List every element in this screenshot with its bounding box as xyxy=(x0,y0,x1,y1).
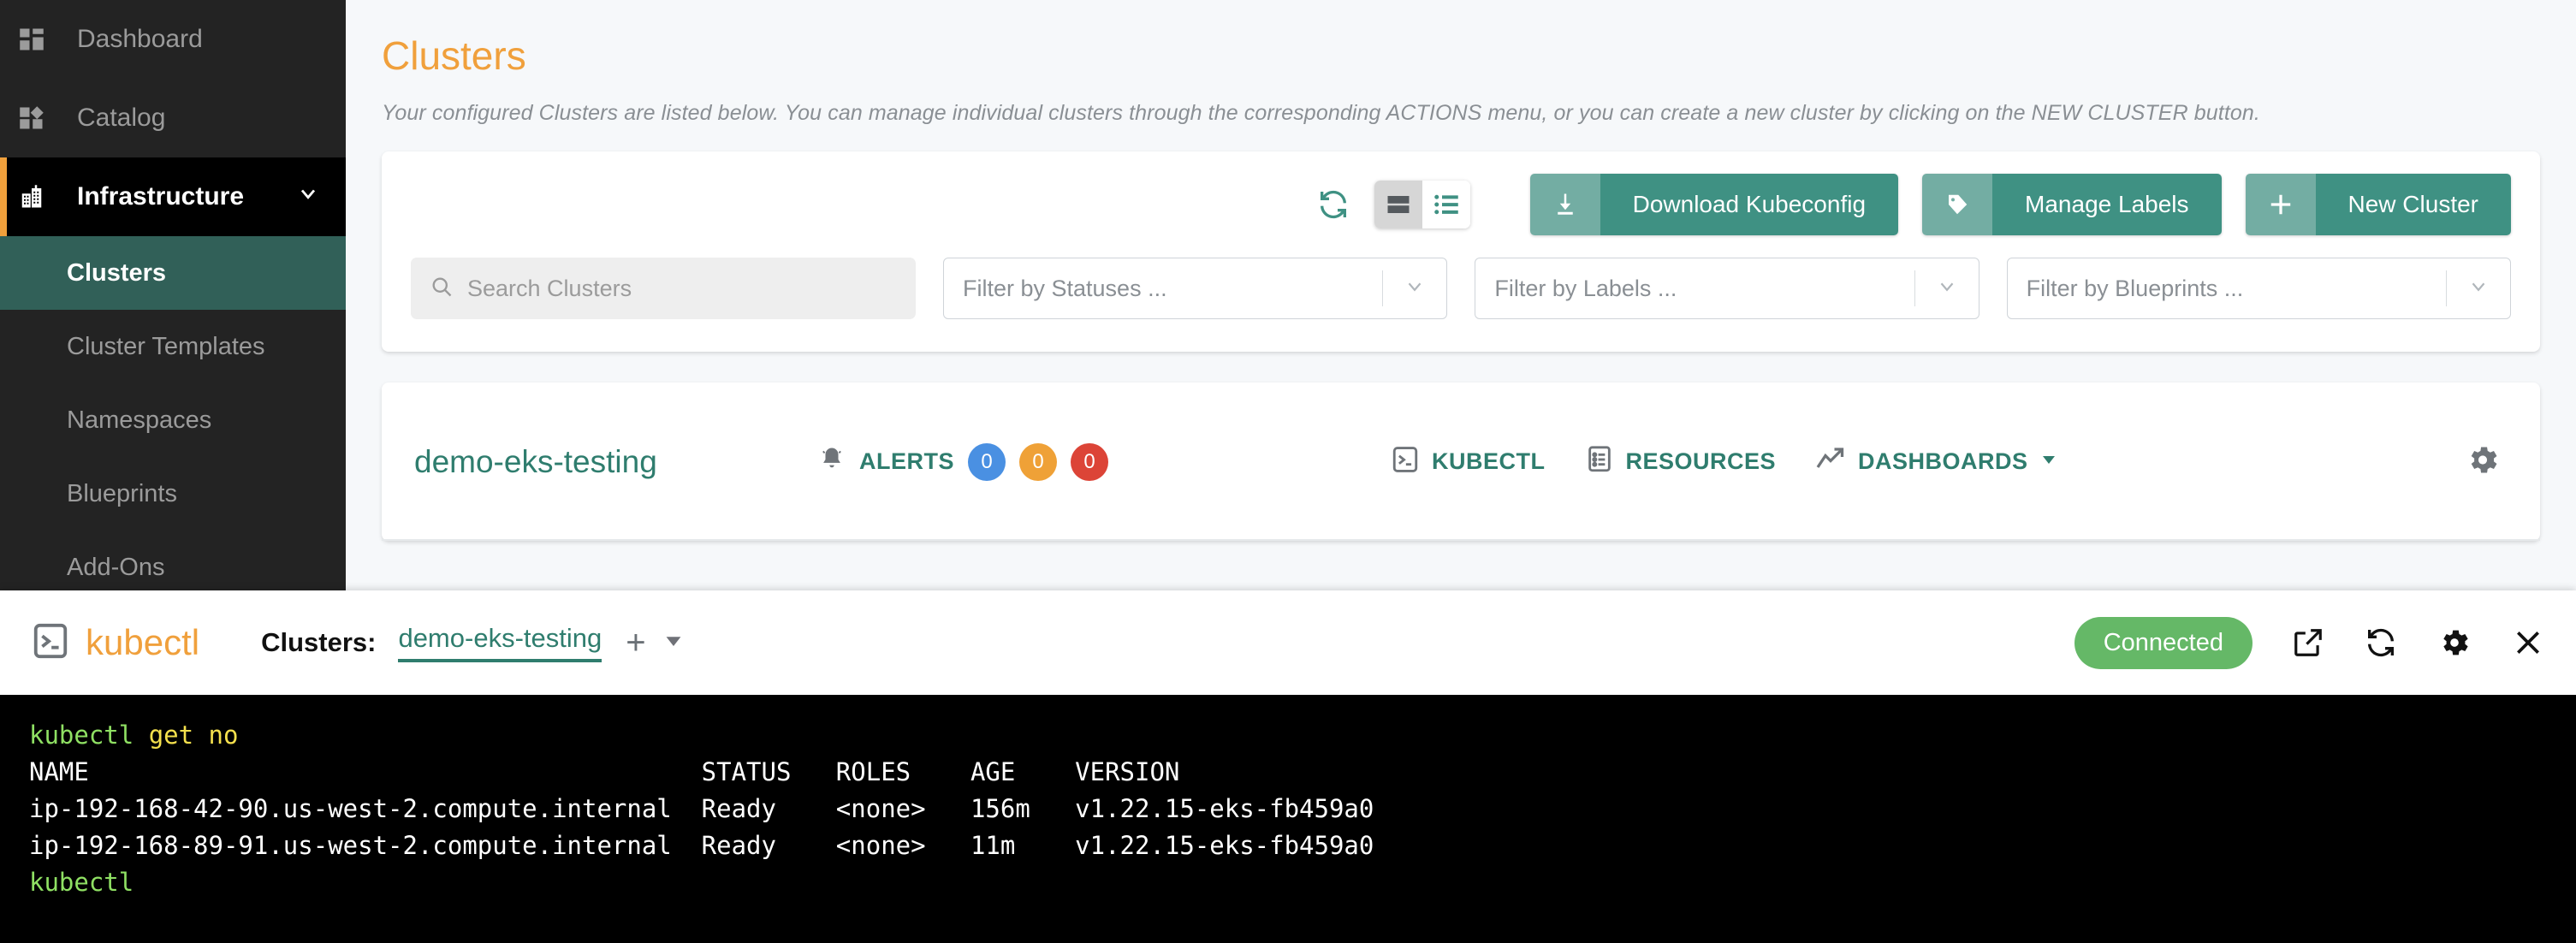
catalog-icon xyxy=(19,105,63,131)
chevron-down-icon[interactable] xyxy=(296,181,320,212)
filters-row: Search Clusters Filter by Statuses ... F… xyxy=(382,235,2540,352)
caret-down-icon[interactable] xyxy=(663,631,684,655)
terminal-trailing-prompt: kubectl xyxy=(29,868,134,897)
manage-labels-button[interactable]: Manage Labels xyxy=(1922,174,2222,235)
new-cluster-button[interactable]: New Cluster xyxy=(2245,174,2511,235)
terminal-prompt-command: kubectl xyxy=(29,721,134,750)
kubectl-action-label: KUBECTL xyxy=(1432,448,1546,474)
search-placeholder: Search Clusters xyxy=(467,275,632,301)
new-cluster-label: New Cluster xyxy=(2315,174,2511,235)
dashboards-action-label: DASHBOARDS xyxy=(1858,448,2028,474)
sidebar-item-blueprints[interactable]: Blueprints xyxy=(0,457,346,531)
cluster-actions: KUBECTL RESOURCES DASHBOARDS xyxy=(1391,444,2097,479)
resources-action[interactable]: RESOURCES xyxy=(1585,445,1777,478)
sidebar-item-cluster-templates[interactable]: Cluster Templates xyxy=(0,310,346,383)
dashboard-grid-icon xyxy=(19,27,63,52)
caret-down-icon[interactable] xyxy=(2040,451,2057,472)
kubectl-panel-header: kubectl Clusters: demo-eks-testing + Con… xyxy=(0,590,2576,695)
sidebar-item-dashboard[interactable]: Dashboard xyxy=(0,0,346,79)
sidebar-subitem-label: Cluster Templates xyxy=(67,332,265,360)
sidebar-item-label: Dashboard xyxy=(77,25,203,53)
download-kubeconfig-label: Download Kubeconfig xyxy=(1600,174,1899,235)
filter-blueprints-select[interactable]: Filter by Blueprints ... xyxy=(2006,258,2511,319)
refresh-icon[interactable] xyxy=(2364,626,2398,660)
sidebar-item-add-ons[interactable]: Add-Ons xyxy=(0,531,346,590)
open-external-icon[interactable] xyxy=(2292,626,2324,659)
manage-labels-label: Manage Labels xyxy=(1992,174,2222,235)
kubectl-panel: kubectl Clusters: demo-eks-testing + Con… xyxy=(0,590,2576,943)
filter-blueprints-placeholder: Filter by Blueprints ... xyxy=(2026,275,2244,301)
building-icon xyxy=(19,184,63,210)
kubectl-cluster-tab[interactable]: demo-eks-testing xyxy=(398,623,602,662)
alert-badge-warning[interactable]: 0 xyxy=(1019,442,1057,481)
main-content: Clusters Your configured Clusters are li… xyxy=(346,0,2576,590)
terminal-row: ip-192-168-42-90.us-west-2.compute.inter… xyxy=(29,794,1374,823)
sidebar-subitem-label: Clusters xyxy=(67,258,167,287)
sidebar-subitem-label: Namespaces xyxy=(67,406,212,434)
kubectl-brand: kubectl xyxy=(86,622,200,662)
trend-up-icon xyxy=(1815,444,1846,479)
dashboards-action[interactable]: DASHBOARDS xyxy=(1815,444,2057,479)
view-toggle[interactable] xyxy=(1374,181,1470,228)
alerts-group[interactable]: ALERTS 0 0 0 xyxy=(816,442,1108,481)
sidebar-item-clusters[interactable]: Clusters xyxy=(0,236,346,310)
sidebar-item-label: Catalog xyxy=(77,104,166,132)
cluster-name-link[interactable]: demo-eks-testing xyxy=(414,444,697,480)
list-view-icon[interactable] xyxy=(1422,181,1470,228)
page-description: Your configured Clusters are listed belo… xyxy=(382,101,2260,125)
chevron-down-icon[interactable] xyxy=(1404,276,1426,302)
alert-badge-info[interactable]: 0 xyxy=(968,442,1006,481)
search-input[interactable]: Search Clusters xyxy=(411,258,916,319)
clusters-label: Clusters: xyxy=(261,627,377,657)
chevron-down-icon[interactable] xyxy=(1936,276,1958,302)
filters-card: Download Kubeconfig Manage Labels New Cl… xyxy=(382,151,2540,352)
refresh-icon[interactable] xyxy=(1311,182,1356,227)
bell-icon xyxy=(816,444,847,479)
kubectl-action[interactable]: KUBECTL xyxy=(1391,445,1546,478)
connection-status-badge: Connected xyxy=(2074,616,2253,669)
select-divider xyxy=(2445,270,2447,306)
sidebar-section-label: Infrastructure xyxy=(77,182,245,211)
alert-badge-critical[interactable]: 0 xyxy=(1071,442,1108,481)
terminal-header-row: NAME STATUS ROLES AGE VERSION xyxy=(29,757,1180,786)
terminal-output[interactable]: kubectl get no NAME STATUS ROLES AGE VER… xyxy=(0,695,2576,943)
sidebar-subitem-label: Add-Ons xyxy=(67,553,165,581)
sidebar-item-namespaces[interactable]: Namespaces xyxy=(0,383,346,457)
alerts-label: ALERTS xyxy=(859,448,954,474)
resources-icon xyxy=(1585,445,1614,478)
filter-statuses-placeholder: Filter by Statuses ... xyxy=(963,275,1167,301)
gear-icon[interactable] xyxy=(2437,626,2472,660)
tag-icon xyxy=(1922,174,1993,235)
download-icon xyxy=(1529,174,1600,235)
cluster-row[interactable]: demo-eks-testing ALERTS 0 0 0 KUBECTL RE… xyxy=(382,383,2540,541)
app-root: Dashboard Catalog Infrastructure Cluster… xyxy=(0,0,2576,943)
download-kubeconfig-button[interactable]: Download Kubeconfig xyxy=(1529,174,1899,235)
resources-action-label: RESOURCES xyxy=(1625,448,1777,474)
terminal-icon xyxy=(1391,445,1420,478)
close-icon[interactable] xyxy=(2511,626,2545,660)
cluster-settings-button[interactable] xyxy=(2465,442,2501,482)
sidebar-subitem-label: Blueprints xyxy=(67,479,177,507)
sidebar: Dashboard Catalog Infrastructure Cluster… xyxy=(0,0,346,590)
add-cluster-tab-button[interactable]: + xyxy=(626,624,645,662)
sidebar-item-catalog[interactable]: Catalog xyxy=(0,79,346,157)
page-title: Clusters xyxy=(382,33,526,78)
search-icon xyxy=(430,275,454,303)
filter-statuses-select[interactable]: Filter by Statuses ... xyxy=(943,258,1448,319)
sidebar-section-infrastructure[interactable]: Infrastructure xyxy=(0,157,346,236)
toolbar: Download Kubeconfig Manage Labels New Cl… xyxy=(382,151,2540,235)
filter-labels-select[interactable]: Filter by Labels ... xyxy=(1475,258,1979,319)
terminal-prompt-args: get no xyxy=(148,721,239,750)
filter-labels-placeholder: Filter by Labels ... xyxy=(1494,275,1677,301)
select-divider xyxy=(1382,270,1384,306)
terminal-icon xyxy=(31,621,70,665)
chevron-down-icon[interactable] xyxy=(2467,276,2490,302)
plus-icon xyxy=(2245,174,2316,235)
card-view-icon[interactable] xyxy=(1374,181,1422,228)
terminal-row: ip-192-168-89-91.us-west-2.compute.inter… xyxy=(29,831,1374,860)
select-divider xyxy=(1914,270,1915,306)
